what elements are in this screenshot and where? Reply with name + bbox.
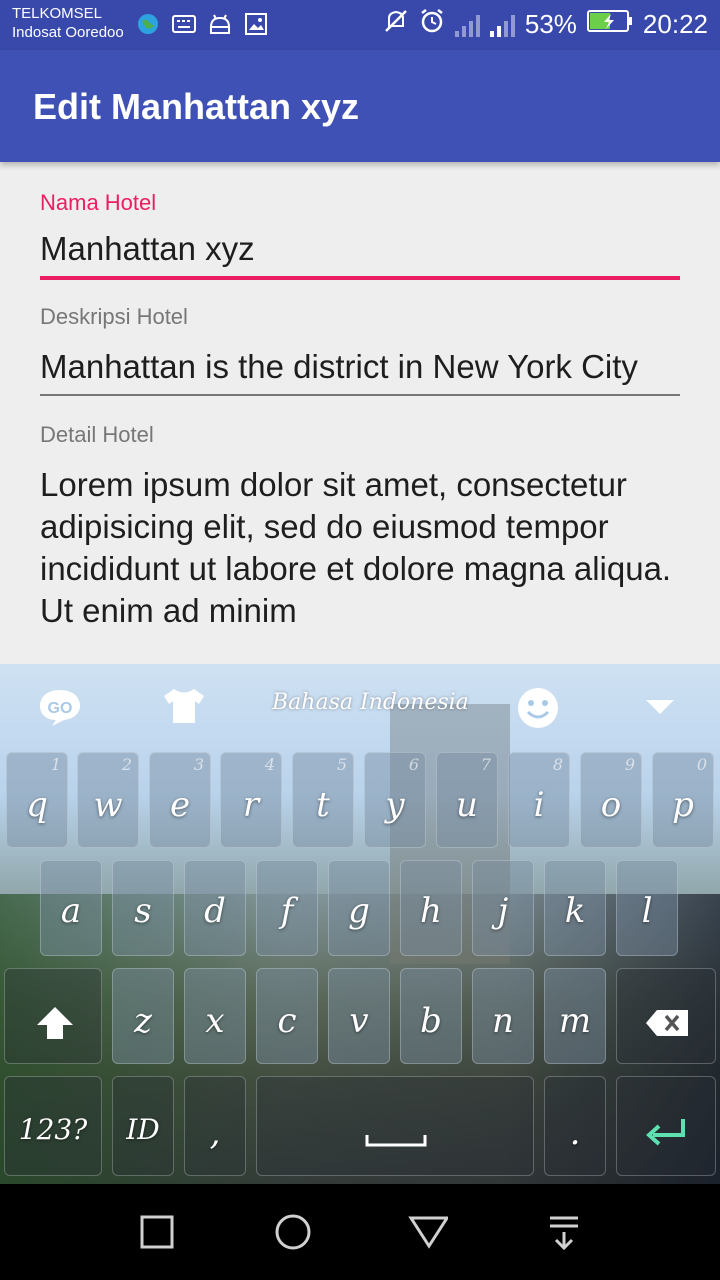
- key-i[interactable]: 8i: [508, 752, 570, 848]
- key-v[interactable]: v: [328, 968, 390, 1064]
- language-key[interactable]: ID: [112, 1076, 174, 1176]
- carrier-info: TELKOMSEL Indosat Ooredoo: [12, 4, 124, 42]
- android-icon: [208, 12, 232, 36]
- key-z[interactable]: z: [112, 968, 174, 1064]
- key-w[interactable]: 2w: [77, 752, 139, 848]
- key-x[interactable]: x: [184, 968, 246, 1064]
- key-p[interactable]: 0p: [652, 752, 714, 848]
- theme-shirt-icon[interactable]: [162, 686, 206, 726]
- hotel-form: Nama Hotel Manhattan xyz Deskripsi Hotel…: [40, 190, 680, 632]
- period-key[interactable]: .: [544, 1076, 606, 1176]
- image-icon: [244, 12, 268, 36]
- deskripsi-hotel-input[interactable]: Manhattan is the district in New York Ci…: [40, 346, 680, 388]
- key-t[interactable]: 5t: [292, 752, 354, 848]
- language-label: Bahasa Indonesia: [272, 690, 469, 715]
- key-n[interactable]: n: [472, 968, 534, 1064]
- deskripsi-hotel-label: Deskripsi Hotel: [40, 304, 188, 329]
- deskripsi-hotel-underline: [40, 394, 680, 396]
- circle-icon: [275, 1214, 311, 1250]
- key-o[interactable]: 9o: [580, 752, 642, 848]
- clock: 20:22: [642, 9, 708, 39]
- backspace-icon: [646, 1010, 688, 1036]
- numbers-key[interactable]: 123?: [4, 1076, 102, 1176]
- backspace-key[interactable]: [616, 968, 716, 1064]
- status-bar: TELKOMSEL Indosat Ooredoo 53% 20:22: [0, 0, 720, 50]
- key-q[interactable]: 1q: [6, 752, 68, 848]
- carrier-2: Indosat Ooredoo: [12, 24, 124, 41]
- carrier-1: TELKOMSEL: [12, 5, 103, 22]
- triangle-down-icon: [408, 1216, 448, 1249]
- nama-hotel-underline: [40, 276, 680, 280]
- space-bar-icon: [365, 1135, 427, 1147]
- keyboard-icon: [172, 12, 196, 36]
- key-s[interactable]: s: [112, 860, 174, 956]
- keyboard-toolbar: GO Bahasa Indonesia: [0, 664, 720, 744]
- battery-percent: 53%: [524, 9, 577, 39]
- key-j[interactable]: j: [472, 860, 534, 956]
- recent-apps-button[interactable]: [137, 1212, 177, 1252]
- mute-icon: [383, 8, 409, 41]
- comma-key[interactable]: ,: [184, 1076, 246, 1176]
- nama-hotel-label: Nama Hotel: [40, 190, 157, 215]
- go-logo-icon[interactable]: GO: [38, 686, 82, 726]
- signal-icon-2: [489, 13, 515, 37]
- pull-down-icon: [550, 1216, 578, 1251]
- signal-icon-1: [454, 13, 480, 37]
- page-title: Edit Manhattan xyz: [33, 86, 360, 127]
- notification-icons: [136, 12, 268, 36]
- detail-hotel-input[interactable]: Lorem ipsum dolor sit amet, consectetur …: [40, 464, 680, 632]
- enter-arrow-icon: [646, 1119, 685, 1146]
- key-a[interactable]: a: [40, 860, 102, 956]
- shift-key[interactable]: [4, 968, 102, 1064]
- notification-drawer-button[interactable]: [544, 1212, 584, 1252]
- home-button[interactable]: [273, 1212, 313, 1252]
- key-k[interactable]: k: [544, 860, 606, 956]
- status-right: 53% 20:22: [383, 8, 708, 41]
- key-h[interactable]: h: [400, 860, 462, 956]
- key-m[interactable]: m: [544, 968, 606, 1064]
- alarm-icon: [419, 8, 445, 41]
- app-bar: Edit Manhattan xyz: [0, 50, 720, 162]
- key-e[interactable]: 3e: [149, 752, 211, 848]
- key-r[interactable]: 4r: [220, 752, 282, 848]
- key-g[interactable]: g: [328, 860, 390, 956]
- shift-arrow-icon: [37, 1007, 73, 1039]
- space-key[interactable]: [256, 1076, 534, 1176]
- back-button[interactable]: [408, 1212, 448, 1252]
- go-logo-text: GO: [48, 700, 73, 717]
- hide-keyboard-icon[interactable]: [644, 698, 676, 716]
- nama-hotel-input[interactable]: Manhattan xyz: [40, 228, 680, 270]
- key-l[interactable]: l: [616, 860, 678, 956]
- enter-key[interactable]: [616, 1076, 716, 1176]
- key-y[interactable]: 6y: [364, 752, 426, 848]
- key-d[interactable]: d: [184, 860, 246, 956]
- battery-icon: [586, 9, 633, 40]
- key-c[interactable]: c: [256, 968, 318, 1064]
- navigation-bar: [0, 1184, 720, 1280]
- detail-hotel-label: Detail Hotel: [40, 422, 154, 447]
- emoji-icon[interactable]: [516, 686, 560, 730]
- key-u[interactable]: 7u: [436, 752, 498, 848]
- globe-icon: [136, 12, 160, 36]
- square-icon: [140, 1215, 174, 1249]
- key-f[interactable]: f: [256, 860, 318, 956]
- key-b[interactable]: b: [400, 968, 462, 1064]
- soft-keyboard: GO Bahasa Indonesia 1q 2w 3e 4r 5t 6y 7u…: [0, 664, 720, 1184]
